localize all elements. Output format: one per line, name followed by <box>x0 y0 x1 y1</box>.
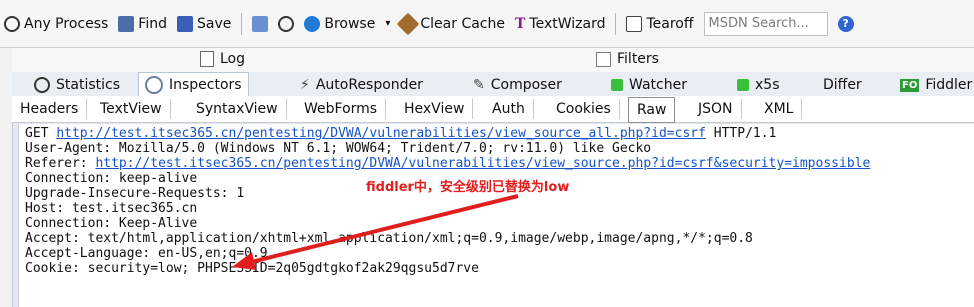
save-button[interactable]: Save <box>176 15 232 32</box>
header-upgrade: Upgrade-Insecure-Requests: 1 <box>25 186 245 201</box>
inspector-subtabs: Headers TextView SyntaxView WebForms Hex… <box>12 96 974 123</box>
lightning-icon: ⚡ <box>300 77 310 93</box>
tab-inspectors[interactable]: Inspectors <box>138 72 249 96</box>
tab-fiddler[interactable]: FO Fiddler <box>900 74 972 96</box>
tab-composer[interactable]: ✎ Composer <box>473 74 562 96</box>
subtab-headers[interactable]: Headers <box>12 99 88 119</box>
log-tab[interactable]: Log <box>200 51 245 67</box>
msdn-search-input[interactable]: MSDN Search... <box>703 11 828 36</box>
filters-label: Filters <box>617 51 659 67</box>
textwizard-label: TextWizard <box>529 15 606 32</box>
subtab-xml[interactable]: XML <box>756 99 803 119</box>
browse-dropdown-icon[interactable]: ▾ <box>385 18 390 29</box>
subtab-cookies[interactable]: Cookies <box>548 99 620 119</box>
referer-label: Referer: <box>25 156 96 171</box>
timer-icon[interactable] <box>278 15 295 32</box>
tab-label: Differ <box>823 77 862 93</box>
subtab-hexview[interactable]: HexView <box>396 99 474 119</box>
tab-x5s[interactable]: x5s <box>737 74 780 96</box>
subtab-label: XML <box>764 101 794 117</box>
any-process-label: Any Process <box>24 15 109 32</box>
subtab-label: SyntaxView <box>196 101 278 117</box>
filters-checkbox[interactable] <box>596 51 611 67</box>
save-icon <box>176 15 193 32</box>
header-host: Host: test.itsec365.cn <box>25 201 198 216</box>
request-method: GET <box>25 126 57 141</box>
textwizard-button[interactable]: T TextWizard <box>515 16 606 32</box>
header-accept: Accept: text/html,application/xhtml+xml,… <box>25 231 753 246</box>
annotation-text: fiddler中，安全级别已替换为low <box>366 180 570 195</box>
magnifier-icon <box>145 75 163 94</box>
subtab-textview[interactable]: TextView <box>92 99 171 119</box>
tab-label: Inspectors <box>169 76 242 93</box>
tab-label: Composer <box>490 77 562 93</box>
header-user-agent: User-Agent: Mozilla/5.0 (Windows NT 6.1;… <box>25 141 652 156</box>
tab-label: Fiddler <box>925 77 973 93</box>
header-referer: Referer: http://test.itsec365.cn/pentest… <box>25 156 870 171</box>
tab-differ[interactable]: Differ <box>823 74 862 96</box>
log-icon <box>200 51 214 67</box>
main-toolbar: Any Process Find Save Browse ▾ Clear Cac… <box>0 0 974 48</box>
tab-label: Watcher <box>629 77 687 93</box>
tearoff-icon <box>626 15 643 32</box>
subtab-webforms[interactable]: WebForms <box>296 99 387 119</box>
tab-watcher[interactable]: Watcher <box>611 74 687 96</box>
subtab-label: WebForms <box>304 101 378 117</box>
header-cookie: Cookie: security=low; PHPSESSID=2q05gdtg… <box>25 261 479 276</box>
subtab-label: JSON <box>698 101 733 117</box>
tab-label: x5s <box>755 77 780 93</box>
subtab-auth[interactable]: Auth <box>484 99 534 119</box>
toolbar-separator <box>241 12 243 35</box>
help-icon[interactable]: ? <box>837 15 854 32</box>
raw-request-textarea[interactable]: GET http://test.itsec365.cn/pentesting/D… <box>18 124 974 307</box>
find-label: Find <box>138 15 167 32</box>
header-accept-language: Accept-Language: en-US,en;q=0.9 <box>25 246 268 261</box>
toolbar-separator <box>615 12 617 35</box>
tab-label: AutoResponder <box>315 77 423 93</box>
browse-button[interactable]: Browse <box>304 15 376 32</box>
tab-statistics[interactable]: Statistics <box>34 74 120 96</box>
watcher-icon <box>611 79 623 91</box>
request-protocol: HTTP/1.1 <box>705 126 777 141</box>
header-connection-2: Connection: Keep-Alive <box>25 216 198 231</box>
broom-icon <box>397 12 420 35</box>
filters-tab[interactable]: Filters <box>596 51 659 67</box>
main-tabs: Statistics Inspectors ⚡ AutoResponder ✎ … <box>12 72 974 97</box>
log-filters-row: Log Filters <box>12 48 974 73</box>
subtab-syntaxview[interactable]: SyntaxView <box>188 99 287 119</box>
browse-label: Browse <box>324 15 376 32</box>
subtab-label: TextView <box>100 101 162 117</box>
crosshair-icon <box>4 15 20 32</box>
tab-label: Statistics <box>56 77 120 93</box>
pencil-icon: ✎ <box>473 77 485 93</box>
header-connection: Connection: keep-alive <box>25 171 198 186</box>
subtab-label: Auth <box>492 101 525 117</box>
binoculars-icon <box>118 15 135 32</box>
any-process-button[interactable]: Any Process <box>4 15 109 32</box>
fo-icon: FO <box>900 78 920 92</box>
ie-icon <box>304 15 321 32</box>
log-label: Log <box>220 51 246 67</box>
x5s-icon <box>737 79 749 91</box>
request-url-link[interactable]: http://test.itsec365.cn/pentesting/DVWA/… <box>56 126 706 141</box>
subtab-label: Cookies <box>556 101 611 117</box>
subtab-raw[interactable]: Raw <box>628 97 676 123</box>
request-line: GET http://test.itsec365.cn/pentesting/D… <box>25 126 776 141</box>
tearoff-label: Tearoff <box>646 15 694 32</box>
find-button[interactable]: Find <box>118 15 167 32</box>
save-label: Save <box>196 15 232 32</box>
tearoff-button[interactable]: Tearoff <box>626 15 694 32</box>
stopwatch-icon <box>34 77 50 93</box>
referer-url-link[interactable]: http://test.itsec365.cn/pentesting/DVWA/… <box>95 156 870 171</box>
subtab-label: HexView <box>404 101 465 117</box>
clear-cache-button[interactable]: Clear Cache <box>397 12 505 35</box>
clear-cache-label: Clear Cache <box>420 15 505 32</box>
subtab-label: Headers <box>20 101 79 117</box>
subtab-label: Raw <box>637 102 667 118</box>
subtab-json[interactable]: JSON <box>690 99 742 119</box>
tab-autoresponder[interactable]: ⚡ AutoResponder <box>300 74 423 96</box>
copy-icon[interactable] <box>252 15 269 32</box>
text-icon: T <box>514 15 526 32</box>
